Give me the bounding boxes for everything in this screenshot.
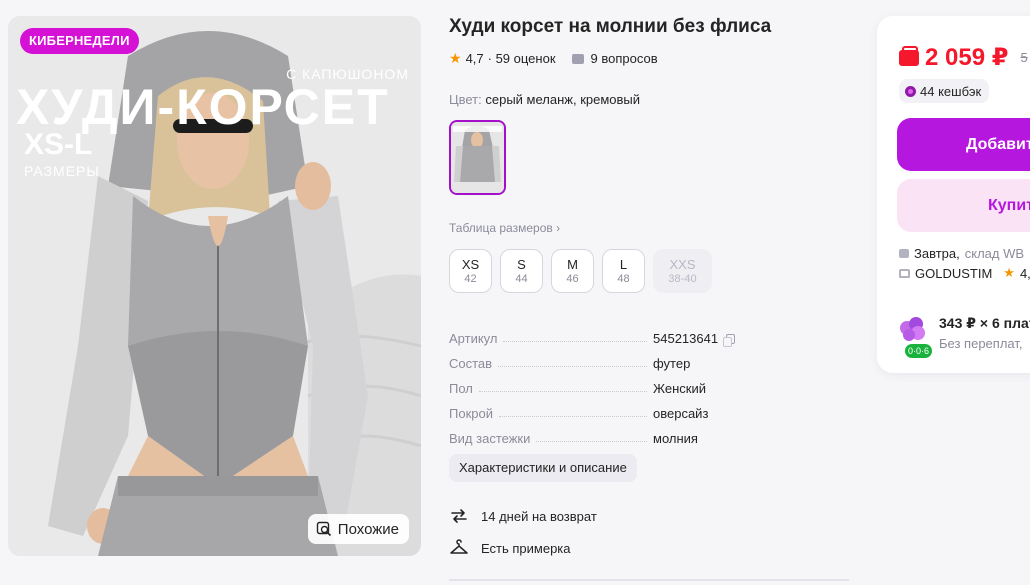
spec-key: Артикул — [449, 331, 498, 346]
spec-row: Покрой оверсайз — [449, 396, 749, 421]
installments-title: 343 ₽ × 6 плат — [939, 315, 1030, 331]
color-row: Цвет: серый меланж, кремовый — [449, 92, 640, 107]
box-icon — [899, 249, 909, 258]
spec-row: Артикул 545213641 — [449, 321, 749, 347]
installments-subtitle: Без переплат, — [939, 336, 1023, 351]
product-info: Худи корсет на молнии без флиса ★ 4,7 · … — [449, 0, 849, 585]
size-name: XS — [461, 256, 480, 272]
thumbnail-image — [451, 122, 504, 193]
spec-value: Женский — [653, 381, 706, 396]
size-ru: 48 — [617, 272, 630, 285]
size-name: XXS — [669, 256, 696, 272]
rating-value: 4,7 — [465, 51, 484, 66]
fitting-info[interactable]: Есть примерка — [449, 538, 571, 558]
fitting-label: Есть примерка — [481, 540, 571, 556]
delivery-warehouse: склад WB — [964, 246, 1025, 261]
similar-button[interactable]: Похожие — [307, 514, 409, 544]
reviews-count[interactable]: · 59 оценок — [488, 51, 556, 66]
image-search-icon — [316, 521, 331, 537]
color-variant-thumbnail[interactable] — [449, 120, 506, 195]
price-row: 2 059 ₽ 5 — [899, 43, 1028, 72]
delivery-info[interactable]: Завтра, склад WB — [899, 246, 1024, 261]
spec-row: Вид застежки молния — [449, 421, 749, 446]
shop-icon — [899, 268, 910, 278]
size-ru: 46 — [566, 272, 579, 285]
size-ru: 44 — [515, 272, 528, 285]
size-name: M — [567, 256, 578, 272]
sale-badge: КИБЕРНЕДЕЛИ — [20, 28, 139, 54]
question-icon — [571, 53, 584, 64]
coin-icon — [905, 85, 916, 97]
color-value: серый меланж, кремовый — [485, 92, 641, 107]
size-ru: 42 — [464, 272, 477, 285]
return-policy-label: 14 дней на возврат — [481, 508, 597, 524]
questions-count[interactable]: 9 вопросов — [591, 51, 658, 66]
installments-tag: 0·0·6 — [905, 344, 933, 358]
size-selector: XS 42 S 44 M 46 L 48 XXS 38-40 — [449, 249, 712, 293]
product-title: Худи корсет на молнии без флиса — [449, 16, 772, 37]
return-policy[interactable]: 14 дней на возврат — [449, 506, 597, 526]
old-price: 5 — [1020, 50, 1028, 65]
split-logo-icon — [900, 317, 925, 341]
buy-card: 2 059 ₽ 5 44 кешбэк Добавит Купит Завтра… — [877, 16, 1030, 373]
promo-sizes-caption: размеры — [24, 163, 100, 179]
hanger-icon — [450, 539, 468, 554]
star-icon: ★ — [449, 50, 462, 66]
seller-name[interactable]: GOLDUSTIM — [915, 266, 992, 281]
spec-value: оверсайз — [653, 406, 709, 421]
size-ru: 38-40 — [668, 272, 697, 285]
size-name: S — [517, 256, 526, 272]
delivery-day: Завтра, — [914, 246, 960, 261]
size-option-m[interactable]: M 46 — [551, 249, 594, 293]
spec-list: Артикул 545213641 Состав футер Пол Женск… — [449, 321, 749, 446]
wallet-icon — [899, 45, 919, 66]
rating-row[interactable]: ★ 4,7 · 59 оценок 9 вопросов — [449, 50, 658, 67]
add-to-cart-button[interactable]: Добавит — [897, 118, 1030, 171]
spec-row: Пол Женский — [449, 371, 749, 396]
spec-key: Пол — [449, 381, 473, 396]
size-option-xxs-unavailable: XXS 38-40 — [653, 249, 712, 293]
buy-now-button[interactable]: Купит — [897, 179, 1030, 232]
size-table-link[interactable]: Таблица размеров › — [449, 221, 560, 235]
spec-value: молния — [653, 431, 698, 446]
copy-icon[interactable] — [723, 334, 736, 347]
spec-key: Покрой — [449, 406, 493, 421]
spec-key: Вид застежки — [449, 431, 531, 446]
star-icon: ★ — [1003, 265, 1015, 280]
spec-row: Состав футер — [449, 346, 749, 371]
cashback-label: 44 кешбэк — [920, 83, 982, 99]
product-photo[interactable]: КИБЕРНЕДЕЛИ С капюшоном Худи-корсет XS-L… — [8, 16, 421, 556]
cashback-badge[interactable]: 44 кешбэк — [899, 79, 990, 103]
size-option-l[interactable]: L 48 — [602, 249, 645, 293]
similar-button-label: Похожие — [337, 520, 399, 538]
divider — [449, 579, 849, 581]
color-label: Цвет: — [449, 92, 482, 107]
spec-value: футер — [653, 356, 691, 371]
installments[interactable]: 0·0·6 343 ₽ × 6 плат Без переплат, — [897, 315, 1030, 358]
return-arrows-icon — [451, 509, 467, 523]
size-option-s[interactable]: S 44 — [500, 249, 543, 293]
article-number: 545213641 — [653, 331, 719, 346]
spec-key: Состав — [449, 356, 493, 371]
seller-info[interactable]: GOLDUSTIM ★ 4,9 — [899, 265, 1030, 281]
promo-sizes: XS-L — [24, 128, 93, 161]
characteristics-button[interactable]: Характеристики и описание — [449, 454, 637, 482]
size-name: L — [619, 256, 628, 272]
size-option-xs[interactable]: XS 42 — [449, 249, 492, 293]
seller-rating: 4,9 — [1019, 265, 1030, 281]
price: 2 059 ₽ — [925, 44, 1009, 71]
